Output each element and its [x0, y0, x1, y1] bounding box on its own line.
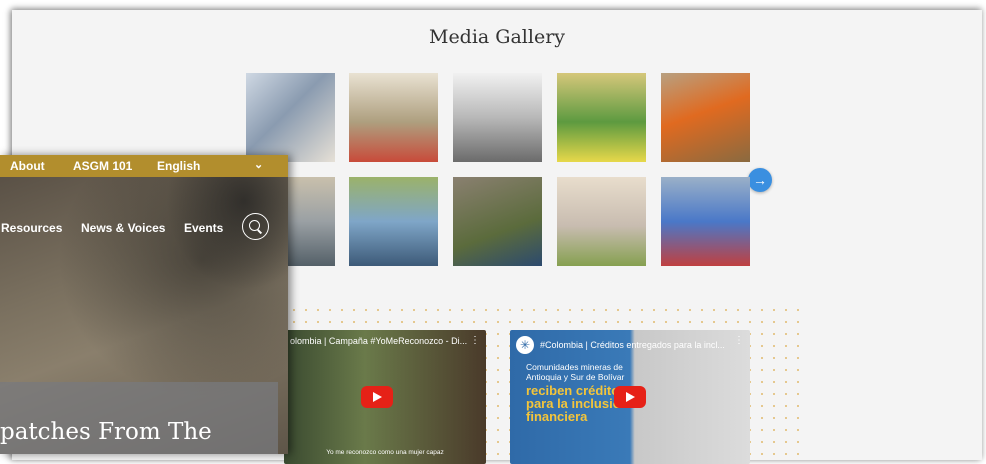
topbar-asgm101-link[interactable]: ASGM 101	[73, 159, 132, 173]
gallery-thumbnail[interactable]	[661, 177, 750, 266]
youtube-play-button[interactable]	[614, 386, 646, 408]
arrow-right-icon: →	[753, 172, 767, 188]
gallery-thumbnail[interactable]	[557, 73, 646, 162]
gallery-next-button[interactable]: →	[748, 168, 772, 192]
gallery-thumbnail[interactable]	[349, 177, 438, 266]
video-embed[interactable]: olombia | Campaña #YoMeReconozco - Di...…	[284, 330, 486, 464]
gallery-thumbnail[interactable]	[557, 177, 646, 266]
channel-avatar: ✳	[516, 336, 534, 354]
chevron-down-icon[interactable]: ⌄	[254, 158, 263, 171]
site-header-window: About ASGM 101 English ⌄ Resources News …	[0, 155, 288, 454]
video-embed[interactable]: ✳ #Colombia | Créditos entregados para l…	[510, 330, 750, 464]
video-overlay-text: Comunidades mineras de Antioquia y Sur d…	[526, 362, 625, 382]
hero-headline: patches From The	[0, 419, 212, 445]
gallery-thumbnail[interactable]	[661, 73, 750, 162]
topbar-about-link[interactable]: About	[10, 159, 45, 173]
gallery-thumbnail[interactable]	[453, 73, 542, 162]
gallery-title: Media Gallery	[428, 26, 566, 48]
top-utility-bar: About ASGM 101 English ⌄	[0, 155, 288, 177]
language-selector[interactable]: English	[157, 159, 200, 173]
youtube-play-button[interactable]	[361, 386, 393, 408]
nav-news-voices[interactable]: News & Voices	[81, 221, 165, 235]
gallery-thumbnail[interactable]	[246, 73, 335, 162]
video-title: #Colombia | Créditos entregados para la …	[540, 340, 725, 350]
search-icon[interactable]	[242, 213, 269, 240]
more-options-icon[interactable]: ⋮	[470, 335, 480, 346]
nav-resources[interactable]: Resources	[1, 221, 62, 235]
video-caption: Yo me reconozco como una mujer capaz	[326, 449, 444, 456]
gallery-thumbnail[interactable]	[453, 177, 542, 266]
gallery-thumbnail[interactable]	[349, 73, 438, 162]
video-title: olombia | Campaña #YoMeReconozco - Di...	[290, 336, 468, 346]
more-options-icon[interactable]: ⋮	[734, 335, 744, 346]
nav-events[interactable]: Events	[184, 221, 223, 235]
